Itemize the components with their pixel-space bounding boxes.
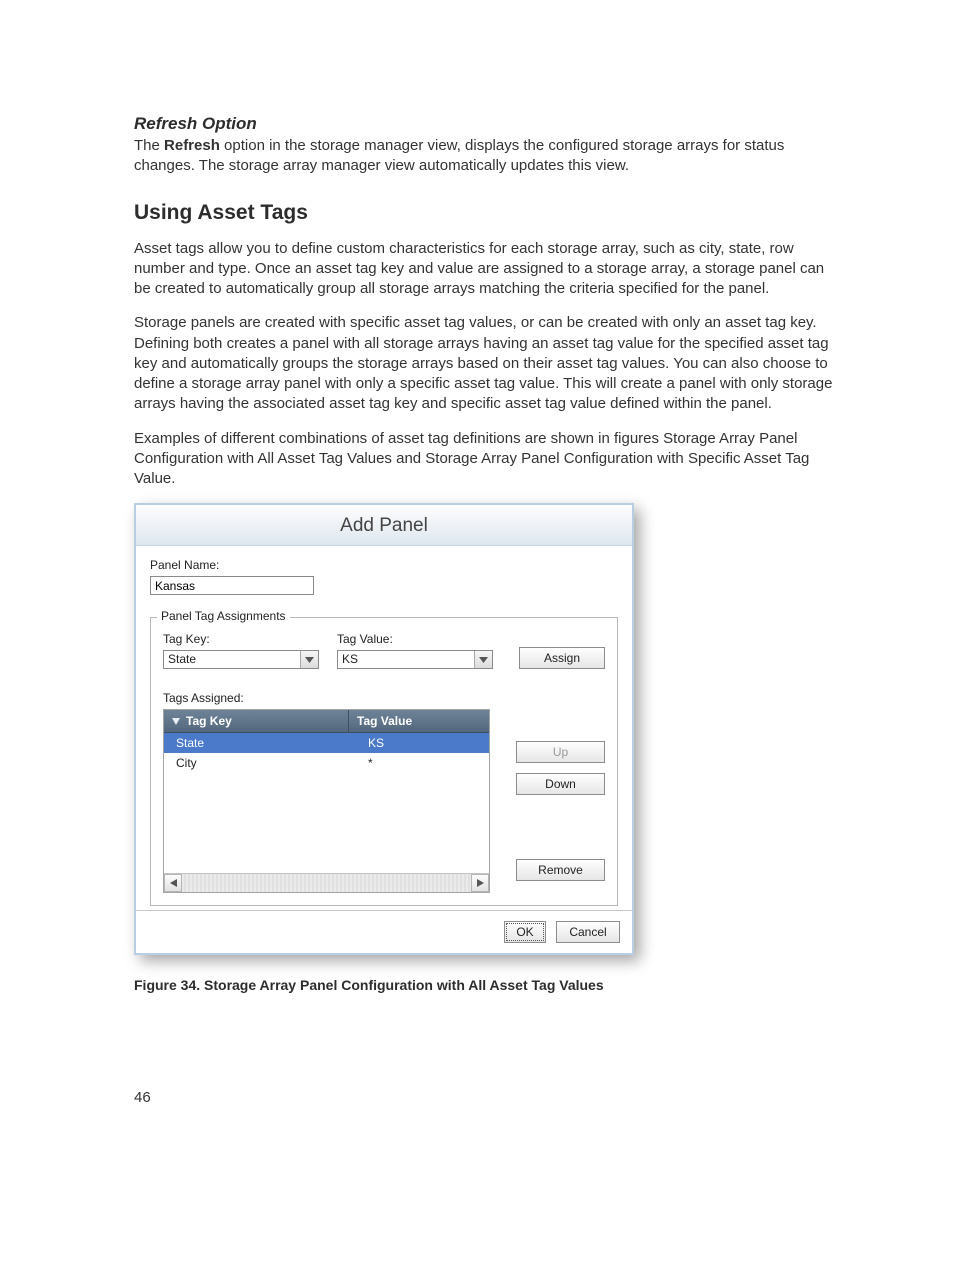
table-row[interactable]: City *	[164, 753, 489, 773]
tag-value-label: Tag Value:	[337, 632, 493, 646]
asset-tags-paragraph-1: Asset tags allow you to define custom ch…	[134, 239, 834, 300]
figure-caption: Figure 34. Storage Array Panel Configura…	[134, 977, 834, 993]
table-header: Tag Key Tag Value	[164, 710, 489, 733]
tag-key-label: Tag Key:	[163, 632, 319, 646]
tag-value-value: KS	[338, 651, 474, 668]
using-asset-tags-heading: Using Asset Tags	[134, 201, 834, 225]
panel-name-label: Panel Name:	[150, 558, 618, 572]
remove-button[interactable]: Remove	[516, 859, 605, 881]
refresh-option-heading: Refresh Option	[134, 114, 834, 134]
tag-key-value: State	[164, 651, 300, 668]
sort-desc-icon	[172, 718, 180, 725]
page-number: 46	[134, 1089, 834, 1106]
col-header-tag-key[interactable]: Tag Key	[164, 710, 349, 732]
cancel-button[interactable]: Cancel	[556, 921, 620, 943]
scrollbar-track[interactable]	[182, 874, 471, 892]
asset-tags-paragraph-2: Storage panels are created with specific…	[134, 313, 834, 414]
up-button[interactable]: Up	[516, 741, 605, 763]
chevron-down-icon[interactable]	[474, 651, 492, 668]
cell-tag-key: State	[164, 733, 356, 753]
dialog-title: Add Panel	[136, 505, 632, 546]
refresh-bold-word: Refresh	[164, 137, 220, 154]
horizontal-scrollbar[interactable]	[164, 873, 489, 892]
chevron-down-icon[interactable]	[300, 651, 318, 668]
asset-tags-paragraph-3: Examples of different combinations of as…	[134, 429, 834, 490]
col-header-tag-key-label: Tag Key	[186, 714, 232, 728]
tags-assigned-table[interactable]: Tag Key Tag Value State KS	[163, 709, 490, 893]
add-panel-dialog: Add Panel Panel Name: Panel Tag Assignme…	[134, 503, 634, 955]
fieldset-legend: Panel Tag Assignments	[157, 609, 290, 623]
ok-button[interactable]: OK	[504, 921, 546, 943]
tag-value-combo[interactable]: KS	[337, 650, 493, 669]
add-panel-dialog-figure: Add Panel Panel Name: Panel Tag Assignme…	[134, 503, 834, 955]
scroll-left-icon[interactable]	[164, 874, 182, 892]
panel-tag-assignments-fieldset: Panel Tag Assignments Tag Key: State	[150, 617, 618, 906]
table-row[interactable]: State KS	[164, 733, 489, 753]
assign-button[interactable]: Assign	[519, 647, 605, 669]
scroll-right-icon[interactable]	[471, 874, 489, 892]
refresh-text-suffix: option in the storage manager view, disp…	[134, 137, 784, 174]
refresh-option-text: The Refresh option in the storage manage…	[134, 136, 834, 177]
tags-assigned-label: Tags Assigned:	[163, 691, 605, 705]
col-header-tag-value[interactable]: Tag Value	[349, 710, 489, 732]
cell-tag-key: City	[164, 753, 356, 773]
panel-name-input[interactable]	[150, 576, 314, 595]
cell-tag-value: KS	[356, 733, 489, 753]
refresh-text-prefix: The	[134, 137, 164, 154]
down-button[interactable]: Down	[516, 773, 605, 795]
cell-tag-value: *	[356, 753, 489, 773]
tag-key-combo[interactable]: State	[163, 650, 319, 669]
